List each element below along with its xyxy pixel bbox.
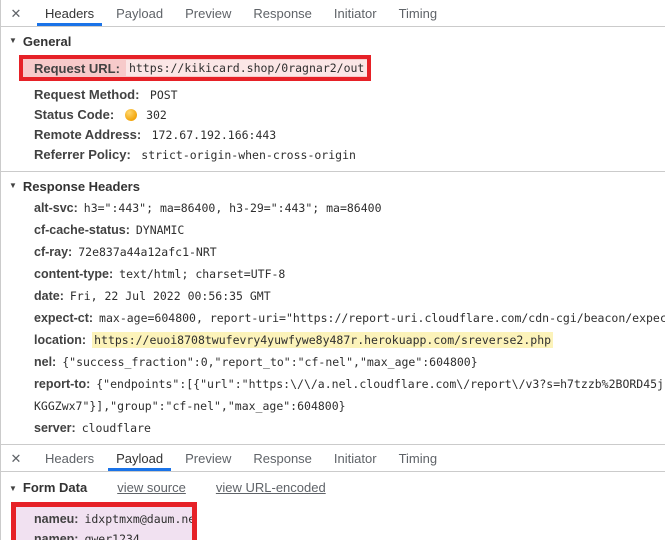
header-name: cf-ray: xyxy=(34,245,72,259)
request-url-annotation-box: Request URL: https://kikicard.shop/0ragn… xyxy=(19,55,371,81)
close-icon[interactable]: ✕ xyxy=(10,0,22,27)
header-value-highlighted: https://euoi8708twufevry4yuwfywe8y487r.h… xyxy=(92,332,553,348)
header-row-content-type: content-type: text/html; charset=UTF-8 xyxy=(1,263,665,285)
form-data-section-title[interactable]: Form Data xyxy=(23,480,87,495)
tab-timing-bottom[interactable]: Timing xyxy=(397,445,440,471)
tab-initiator-bottom[interactable]: Initiator xyxy=(332,445,379,471)
remote-address-row: Remote Address: 172.67.192.166:443 xyxy=(1,125,665,145)
form-field-name: nameu: xyxy=(34,512,78,526)
header-value: 72e837a44a12afc1-NRT xyxy=(78,245,216,259)
form-field-value: idxptmxm@daum.net xyxy=(84,512,192,526)
header-row-cf-cache-status: cf-cache-status: DYNAMIC xyxy=(1,219,665,241)
response-headers-section-header[interactable]: ▼ Response Headers xyxy=(1,172,665,197)
header-value: h3=":443"; ma=86400, h3-29=":443"; ma=86… xyxy=(84,201,382,215)
response-headers-section-title: Response Headers xyxy=(23,179,140,194)
status-redirect-dot-icon xyxy=(125,109,137,121)
header-value: {"endpoints":[{"url":"https:\/\/a.nel.cl… xyxy=(34,377,664,413)
response-headers-section: ▼ Response Headers alt-svc: h3=":443"; ma… xyxy=(1,172,665,445)
status-code-label: Status Code: xyxy=(34,107,114,122)
tab-headers-top[interactable]: Headers xyxy=(43,0,96,26)
header-name: report-to: xyxy=(34,377,90,391)
request-url-label: Request URL: xyxy=(34,61,120,76)
header-value: cloudflare xyxy=(82,421,151,435)
header-value: max-age=604800, report-uri="https://repo… xyxy=(99,311,665,325)
network-request-detail-panel: ✕ Headers Payload Preview Response Initi… xyxy=(0,0,665,540)
header-name: expect-ct: xyxy=(34,311,93,325)
header-name: server: xyxy=(34,421,76,435)
tab-timing-top[interactable]: Timing xyxy=(397,0,440,26)
header-name: date: xyxy=(34,289,64,303)
header-name: location: xyxy=(34,333,86,347)
form-field-name: namep: xyxy=(34,532,78,540)
form-data-row-nameu: nameu: idxptmxm@daum.net xyxy=(34,509,192,529)
close-icon[interactable]: ✕ xyxy=(10,445,22,472)
header-name: alt-svc: xyxy=(34,201,78,215)
header-row-server: server: cloudflare xyxy=(1,417,665,439)
chevron-down-icon: ▼ xyxy=(9,181,17,190)
referrer-policy-label: Referrer Policy: xyxy=(34,147,131,162)
tab-response-bottom[interactable]: Response xyxy=(251,445,314,471)
form-data-row-namep: namep: qwer1234 xyxy=(34,529,192,540)
referrer-policy-value: strict-origin-when-cross-origin xyxy=(141,148,356,162)
header-value: DYNAMIC xyxy=(136,223,184,237)
header-row-location: location: https://euoi8708twufevry4yuwfyw… xyxy=(1,329,665,351)
header-row-cf-ray: cf-ray: 72e837a44a12afc1-NRT xyxy=(1,241,665,263)
header-row-report-to: report-to:{"endpoints":[{"url":"https:\/… xyxy=(1,373,665,417)
general-section-header[interactable]: ▼ General xyxy=(1,27,665,52)
form-data-section: ▼ Form Data view source view URL-encoded… xyxy=(1,472,665,540)
header-name: cf-cache-status: xyxy=(34,223,130,237)
tab-preview-top[interactable]: Preview xyxy=(183,0,233,26)
header-row-alt-svc: alt-svc: h3=":443"; ma=86400, h3-29=":443… xyxy=(1,197,665,219)
payload-tabbar: ✕ Headers Payload Preview Response Initi… xyxy=(1,445,665,472)
header-row-expect-ct: expect-ct: max-age=604800, report-uri="ht… xyxy=(1,307,665,329)
general-section: ▼ General Request URL: https://kikicard.… xyxy=(1,27,665,172)
request-method-label: Request Method: xyxy=(34,87,139,102)
header-value: {"success_fraction":0,"report_to":"cf-ne… xyxy=(62,355,477,369)
header-row-nel: nel: {"success_fraction":0,"report_to":"c… xyxy=(1,351,665,373)
header-row-date: date: Fri, 22 Jul 2022 00:56:35 GMT xyxy=(1,285,665,307)
header-name: content-type: xyxy=(34,267,113,281)
headers-tabbar: ✕ Headers Payload Preview Response Initi… xyxy=(1,0,665,27)
general-section-title: General xyxy=(23,34,71,49)
form-field-value: qwer1234 xyxy=(84,532,139,540)
tab-initiator-top[interactable]: Initiator xyxy=(332,0,379,26)
view-url-encoded-link[interactable]: view URL-encoded xyxy=(216,480,326,495)
tab-headers-bottom[interactable]: Headers xyxy=(43,445,96,471)
request-url-value: https://kikicard.shop/0ragnar2/out.php xyxy=(126,60,371,76)
tab-response-top[interactable]: Response xyxy=(251,0,314,26)
request-method-row: Request Method: POST xyxy=(1,85,665,105)
request-method-value: POST xyxy=(150,88,178,102)
tab-preview-bottom[interactable]: Preview xyxy=(183,445,233,471)
form-data-annotation-box: nameu: idxptmxm@daum.net namep: qwer1234 xyxy=(11,502,197,540)
remote-address-label: Remote Address: xyxy=(34,127,141,142)
referrer-policy-row: Referrer Policy: strict-origin-when-cros… xyxy=(1,145,665,165)
remote-address-value: 172.67.192.166:443 xyxy=(152,128,277,142)
header-name: nel: xyxy=(34,355,56,369)
chevron-down-icon: ▼ xyxy=(9,484,17,493)
header-value: text/html; charset=UTF-8 xyxy=(119,267,285,281)
tab-payload-bottom[interactable]: Payload xyxy=(114,445,165,471)
status-code-row: Status Code: 302 xyxy=(1,105,665,125)
header-value: Fri, 22 Jul 2022 00:56:35 GMT xyxy=(70,289,271,303)
chevron-down-icon: ▼ xyxy=(9,36,17,45)
status-code-value: 302 xyxy=(146,108,167,122)
tab-payload-top[interactable]: Payload xyxy=(114,0,165,26)
view-source-link[interactable]: view source xyxy=(117,480,186,495)
